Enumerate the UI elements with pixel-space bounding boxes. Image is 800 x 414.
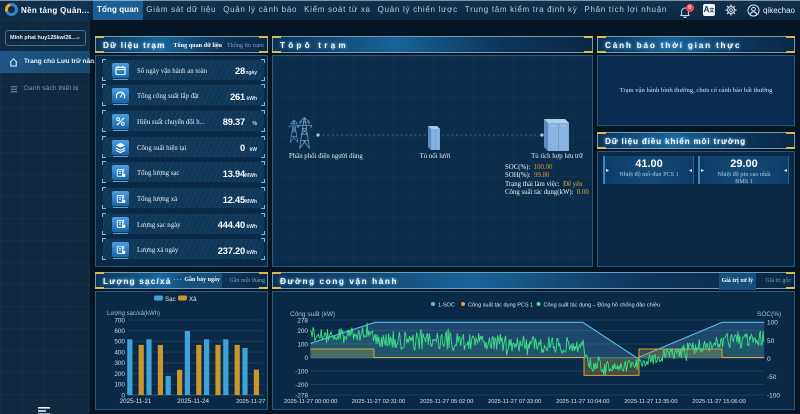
svg-text:500: 500 <box>114 339 125 346</box>
svg-text:200: 200 <box>114 371 125 378</box>
svg-text:-200: -200 <box>295 382 308 389</box>
svg-text:700: 700 <box>114 317 125 324</box>
svg-text:1-SOC: 1-SOC <box>438 302 455 308</box>
svg-text:Công suất (kW): Công suất (kW) <box>290 309 335 318</box>
svg-text:278: 278 <box>297 317 308 324</box>
svg-text:2025-11-27 15:06:00: 2025-11-27 15:06:00 <box>692 399 745 405</box>
svg-text:0: 0 <box>304 355 308 362</box>
svg-text:0: 0 <box>767 356 771 363</box>
svg-text:50: 50 <box>767 338 775 345</box>
svg-text:400: 400 <box>114 349 125 356</box>
svg-text:2025-11-27: 2025-11-27 <box>236 399 265 405</box>
svg-text:-50: -50 <box>767 374 777 381</box>
svg-text:Lượng sạc/xả(kWh): Lượng sạc/xả(kWh) <box>107 311 160 317</box>
svg-text:2025-11-24: 2025-11-24 <box>177 398 209 405</box>
svg-text:-100: -100 <box>295 368 308 375</box>
svg-text:100: 100 <box>297 341 308 348</box>
svg-text:600: 600 <box>114 328 125 335</box>
svg-text:200: 200 <box>297 328 308 335</box>
svg-text:2025-11-27 10:04:00: 2025-11-27 10:04:00 <box>556 399 609 405</box>
svg-text:-100: -100 <box>767 392 780 399</box>
svg-text:Công suất tác dụng – Đồng hồ c: Công suất tác dụng – Đồng hồ chống đảo c… <box>544 302 661 308</box>
svg-text:2025-11-27 05:02:00: 2025-11-27 05:02:00 <box>420 399 473 405</box>
svg-text:100: 100 <box>767 320 778 327</box>
svg-text:SOC(%): SOC(%) <box>757 311 781 318</box>
svg-text:2025-11-27 00:00:00: 2025-11-27 00:00:00 <box>284 399 337 405</box>
svg-text:300: 300 <box>114 360 125 367</box>
svg-text:Xả: Xả <box>189 296 197 303</box>
svg-text:2025-11-21: 2025-11-21 <box>120 398 152 405</box>
svg-text:Sạc: Sạc <box>165 296 176 303</box>
svg-text:Công suất tác dụng PCS 1: Công suất tác dụng PCS 1 <box>468 302 533 308</box>
svg-text:100: 100 <box>114 382 125 389</box>
svg-text:2025-11-27 02:31:00: 2025-11-27 02:31:00 <box>352 399 405 405</box>
svg-text:2025-11-27 12:35:00: 2025-11-27 12:35:00 <box>624 399 677 405</box>
svg-text:2025-11-27 07:33:00: 2025-11-27 07:33:00 <box>488 399 541 405</box>
